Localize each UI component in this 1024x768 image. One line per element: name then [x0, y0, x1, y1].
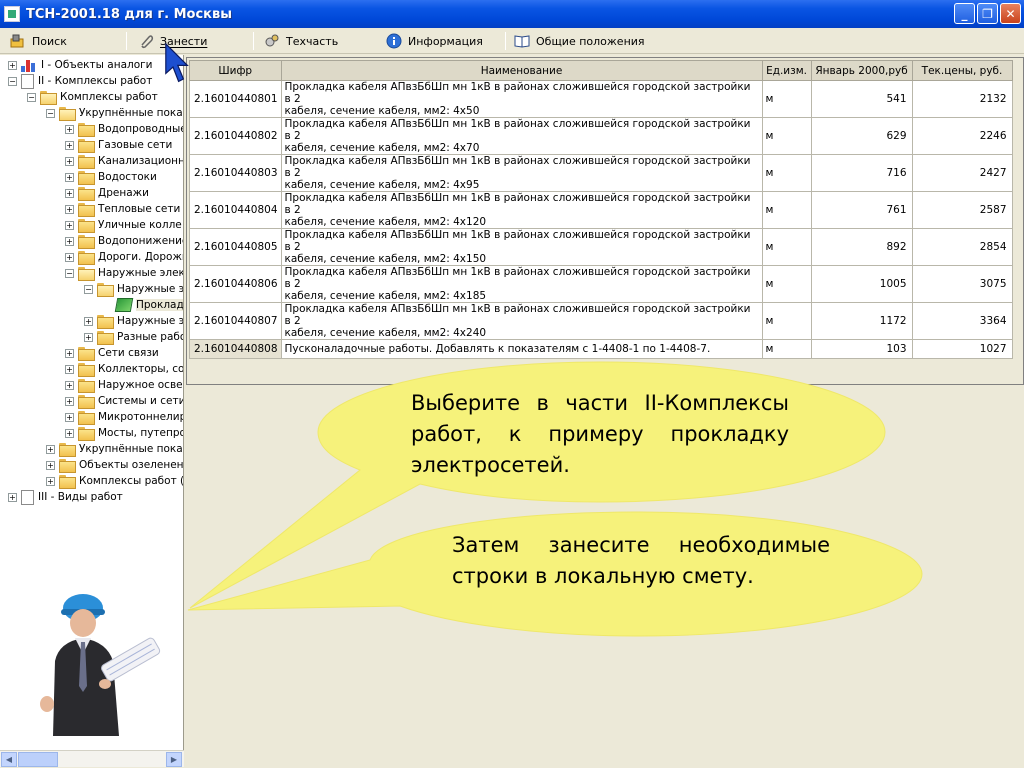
speech-bubbles	[187, 361, 923, 637]
speech-bubble-1-text: Выберите в части II-Комплексы работ, к п…	[411, 391, 789, 477]
mouse-cursor-icon	[165, 43, 189, 83]
speech-bubble-2-text: Затем занесите необходимые строки в лока…	[452, 533, 830, 588]
